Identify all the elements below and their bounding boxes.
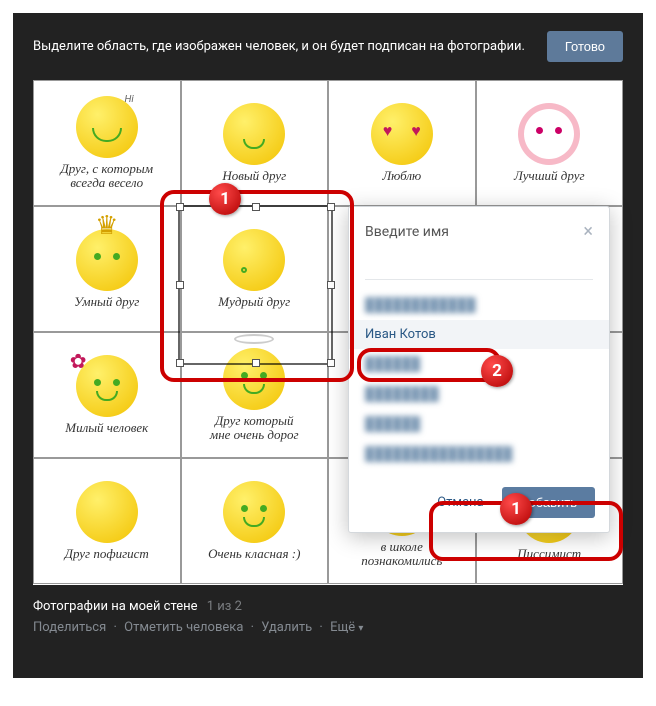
tile-fun-friend: Hi Друг, с которым всегда весело [33,80,181,206]
smile-emoji-icon [223,481,285,543]
cute-emoji-icon [518,103,580,165]
add-button[interactable]: Добавить [502,487,595,518]
name-input[interactable] [365,252,593,280]
laughing-emoji-icon: Hi [76,96,138,158]
tile-careless-friend: Друг пофигист [33,458,181,584]
suggestion-item-selected[interactable]: Иван Котов [349,320,609,349]
tile-new-friend: Новый друг [181,80,329,206]
done-button[interactable]: Готово [547,31,623,62]
plain-emoji-icon [76,481,138,543]
share-link[interactable]: Поделиться [33,620,106,635]
tile-best-friend: Лучший друг [476,80,624,206]
photo-meta: Фотографии на моей стене 1 из 2 Поделить… [13,585,643,635]
heart-eyes-emoji-icon: ♥♥ [371,103,433,165]
tile-cute-person: ✿ Милый человек [33,332,181,458]
photo-counter: 1 из 2 [207,599,242,614]
popup-title: Введите имя [365,224,449,240]
tongue-emoji-icon [223,103,285,165]
tile-love: ♥♥ Люблю [328,80,476,206]
suggestion-item[interactable]: ████████████████ [349,439,609,469]
suggestion-item[interactable]: ████████ [349,379,609,409]
tile-wise-friend: Мудрый друг [181,206,329,332]
chevron-down-icon: ▾ [358,623,363,634]
crown-emoji-icon: ♛ [76,229,138,291]
halo-emoji-icon [223,348,285,410]
close-icon[interactable]: × [583,221,593,242]
delete-link[interactable]: Удалить [261,620,312,635]
kiss-emoji-icon [223,229,285,291]
suggestion-item[interactable]: ██████ [349,349,609,379]
tile-very-cool: Очень класная :) [181,458,329,584]
tile-dear-friend: Друг который мне очень дорог [181,332,329,458]
album-title[interactable]: Фотографии на моей стене [33,599,198,614]
tile-smart-friend: ♛ Умный друг [33,206,181,332]
cancel-button[interactable]: Отмена [429,489,491,516]
suggestion-item[interactable]: ██████ [349,409,609,439]
tag-person-link[interactable]: Отметить человека [124,620,243,635]
more-link[interactable]: Ещё ▾ [330,620,363,635]
suggestion-item[interactable]: ████████████ [349,290,609,320]
photo-viewer: Выделите область, где изображен человек,… [13,13,643,678]
tag-person-popup: Введите имя × ████████████ Иван Котов ██… [348,206,610,533]
instruction-text: Выделите область, где изображен человек,… [33,39,535,54]
suggestions-list: ████████████ Иван Котов ██████ ████████ … [349,286,609,475]
tag-instruction-bar: Выделите область, где изображен человек,… [13,13,643,80]
bow-emoji-icon: ✿ [76,355,138,417]
